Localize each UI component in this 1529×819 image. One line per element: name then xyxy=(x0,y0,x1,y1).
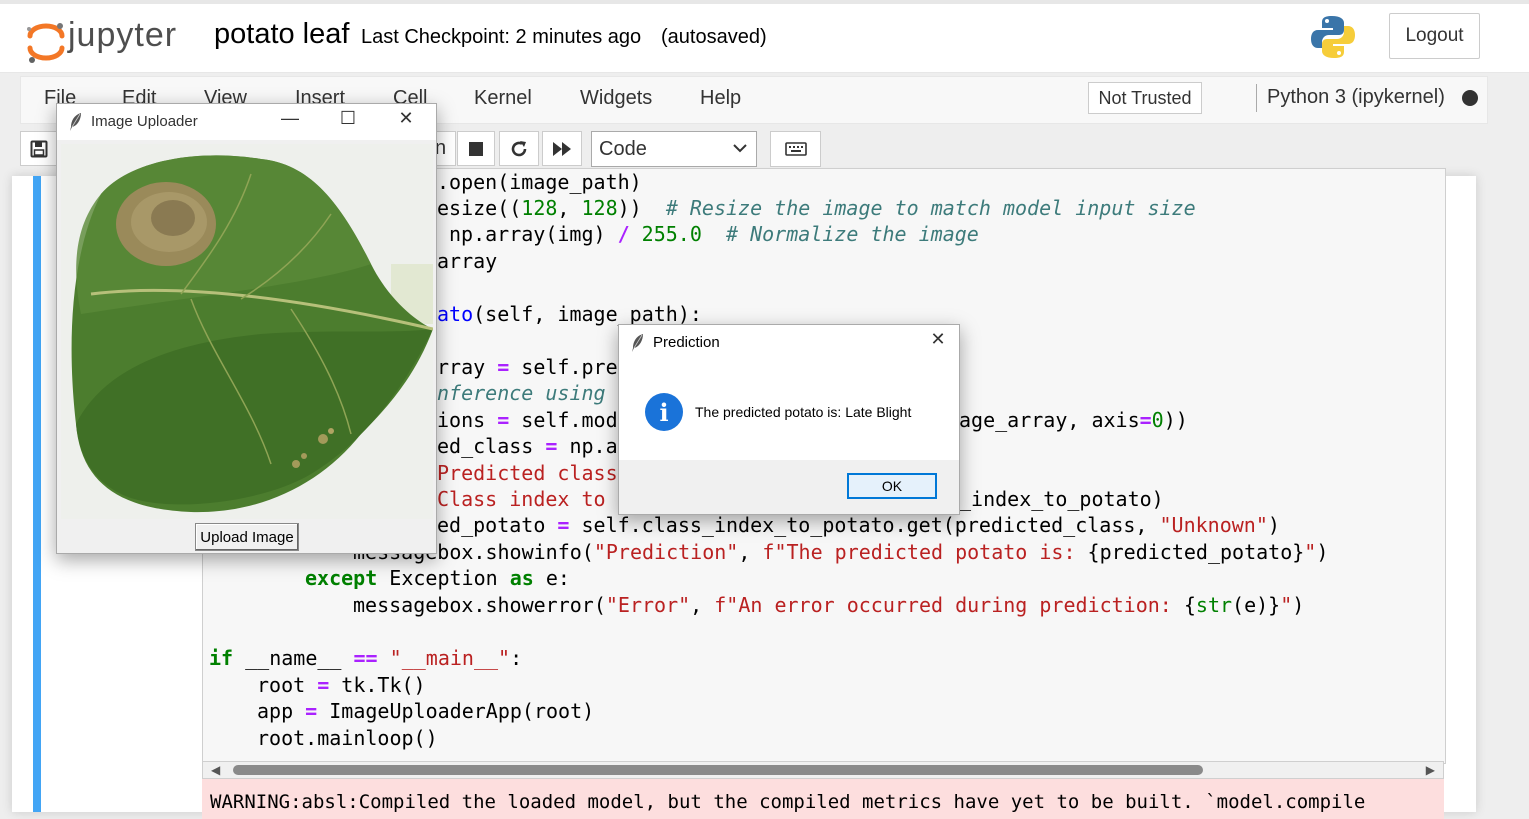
window-titlebar[interactable]: Image Uploader — ☐ ✕ xyxy=(57,104,436,140)
code-line: rray = self.pre xyxy=(437,355,618,379)
restart-kernel-button[interactable] xyxy=(499,131,539,166)
cell-output-warning: WARNING:absl:Compiled the loaded model, … xyxy=(202,779,1444,819)
restart-run-all-button[interactable] xyxy=(542,131,582,166)
code-line: root = tk.Tk() xyxy=(257,673,426,697)
dialog-title: Prediction xyxy=(653,334,720,351)
fast-forward-icon xyxy=(553,141,571,156)
kernel-status-indicator xyxy=(1462,90,1478,106)
dialog-body: i The predicted potato is: Late Blight xyxy=(619,361,959,460)
save-button[interactable] xyxy=(20,131,57,166)
chevron-down-icon xyxy=(733,144,747,153)
info-icon: i xyxy=(645,393,683,431)
code-line: messagebox.showinfo("Prediction", f"The … xyxy=(353,540,1329,564)
save-icon xyxy=(30,140,47,157)
menu-kernel[interactable]: Kernel xyxy=(474,87,532,110)
upload-image-button[interactable]: Upload Image xyxy=(195,523,299,551)
feather-icon xyxy=(632,334,643,352)
menu-widgets[interactable]: Widgets xyxy=(580,87,652,110)
notebook-title[interactable]: potato leaf xyxy=(214,18,349,51)
window-title: Image Uploader xyxy=(91,113,198,130)
feather-icon xyxy=(70,113,81,131)
code-line: app = ImageUploaderApp(root) xyxy=(257,699,595,723)
code-line: age_array, axis=0)) xyxy=(959,408,1188,432)
command-palette-button[interactable] xyxy=(770,131,821,167)
jupyter-logo[interactable]: jupyter xyxy=(24,14,194,64)
code-line: nference using xyxy=(437,381,606,405)
close-icon[interactable]: ✕ xyxy=(391,108,421,129)
stop-icon xyxy=(469,141,483,156)
autosave-status: (autosaved) xyxy=(661,26,767,48)
notebook-header: jupyter potato leaf Last Checkpoint: 2 m… xyxy=(0,4,1529,73)
prediction-message: The predicted potato is: Late Blight xyxy=(695,404,912,420)
selected-cell-indicator xyxy=(33,176,41,812)
restart-icon xyxy=(511,140,527,156)
code-line: ions = self.mod xyxy=(437,408,618,432)
leaf-image xyxy=(61,144,433,519)
scrollbar-thumb[interactable] xyxy=(233,765,1203,775)
code-line: _index_to_potato) xyxy=(959,487,1164,511)
minimize-icon[interactable]: — xyxy=(275,108,305,129)
interrupt-kernel-button[interactable] xyxy=(457,131,495,166)
code-line: Class index to xyxy=(437,487,606,511)
python-logo-icon xyxy=(1311,16,1355,58)
cell-type-value: Code xyxy=(599,138,647,160)
code-line: Predicted class xyxy=(437,461,618,485)
code-line: root.mainloop() xyxy=(257,726,438,750)
jupyter-logo-icon xyxy=(27,23,65,63)
code-line: if __name__ == "__main__": xyxy=(209,646,523,670)
keyboard-icon xyxy=(784,142,807,156)
logo-text: jupyter xyxy=(68,16,178,54)
kernel-name[interactable]: Python 3 (ipykernel) xyxy=(1267,86,1445,109)
maximize-icon[interactable]: ☐ xyxy=(333,108,363,129)
potato-leaf-image xyxy=(61,144,433,519)
code-line: messagebox.showerror("Error", f"An error… xyxy=(353,593,1305,617)
code-line: ed_potato = self.class_index_to_potato.g… xyxy=(437,513,1280,537)
cell-type-select[interactable]: Code xyxy=(591,131,757,167)
code-line: except Exception as e: xyxy=(305,566,570,590)
scroll-left-icon[interactable]: ◀ xyxy=(211,763,220,777)
logout-button[interactable]: Logout xyxy=(1389,13,1480,59)
kernel-separator xyxy=(1256,84,1257,112)
code-line: np.array(img) / 255.0 # Normalize the im… xyxy=(449,222,979,246)
horizontal-scrollbar[interactable]: ◀ ▶ xyxy=(202,761,1444,779)
trust-button[interactable]: Not Trusted xyxy=(1088,82,1202,114)
warning-text: WARNING:absl:Compiled the loaded model, … xyxy=(210,791,1366,813)
code-line: ed_class = np.a xyxy=(437,434,618,458)
scroll-right-icon[interactable]: ▶ xyxy=(1426,763,1435,777)
image-uploader-window: Image Uploader — ☐ ✕ Upload Image xyxy=(56,103,437,554)
menu-help[interactable]: Help xyxy=(700,87,741,110)
prediction-dialog: Prediction ✕ i The predicted potato is: … xyxy=(618,324,960,515)
checkpoint-status: Last Checkpoint: 2 minutes ago xyxy=(361,26,642,48)
ok-button[interactable]: OK xyxy=(847,473,937,499)
code-line: esize((128, 128)) # Resize the image to … xyxy=(437,196,1196,220)
code-line: array xyxy=(437,249,498,273)
close-icon[interactable]: ✕ xyxy=(923,329,953,350)
dialog-titlebar[interactable]: Prediction ✕ xyxy=(619,325,959,361)
code-line: .open(image_path) xyxy=(437,170,642,194)
